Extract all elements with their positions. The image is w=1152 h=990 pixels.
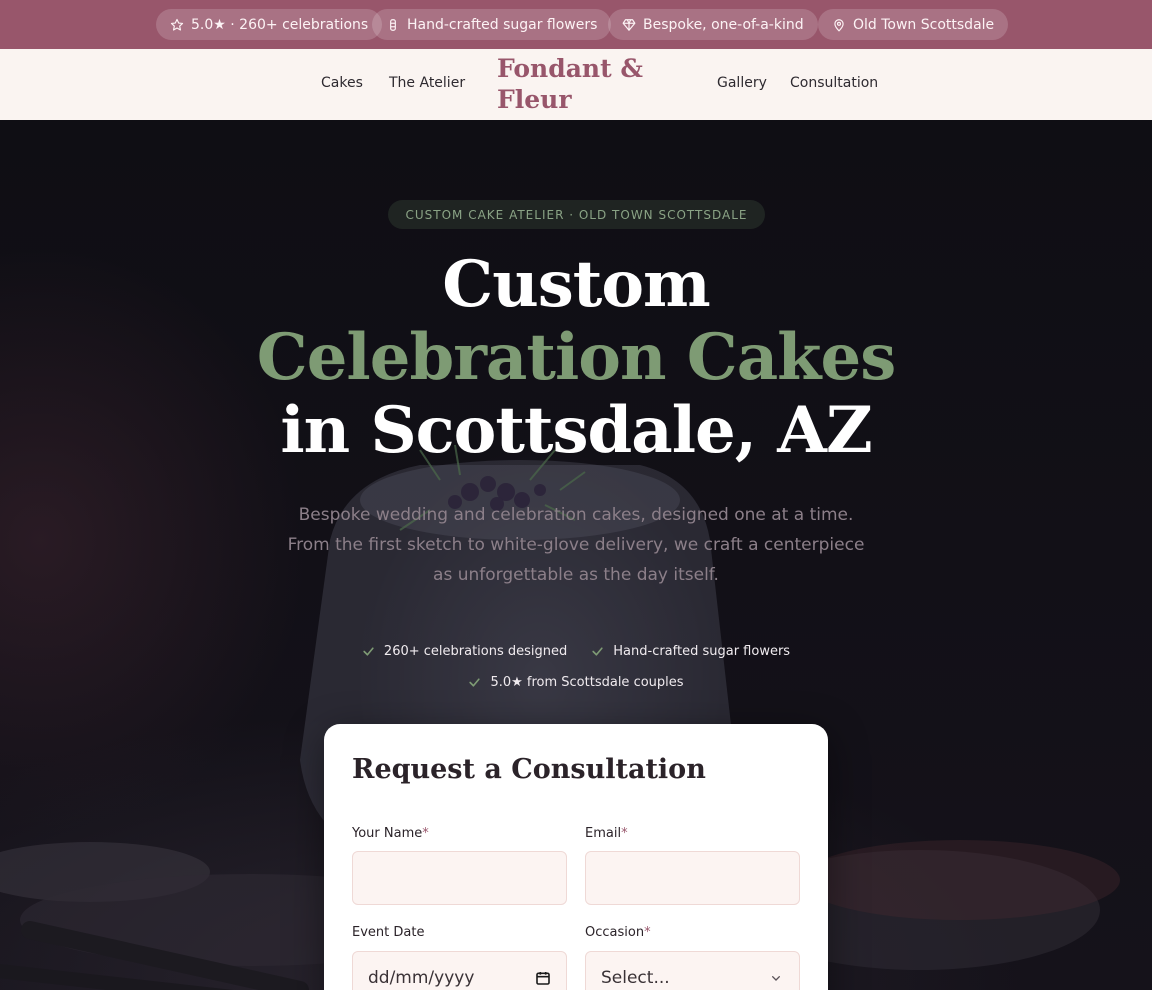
flower-icon (390, 18, 396, 31)
announcement-bar: 5.0★ · 260+ celebrations Hand-crafted su… (0, 0, 1152, 49)
hero-subtext: Bespoke wedding and celebration cakes, d… (287, 505, 865, 585)
required-mark: * (422, 826, 429, 841)
star-icon (170, 18, 184, 31)
calendar-icon[interactable] (535, 970, 551, 986)
check-item-text: Hand-crafted sugar flowers (613, 644, 791, 659)
check-icon (469, 678, 481, 687)
nav-link-atelier[interactable]: The Atelier (389, 75, 465, 91)
occasion-select[interactable]: Select... (585, 951, 800, 990)
check-item: Hand-crafted sugar flowers (591, 644, 790, 659)
occasion-selected-value: Select... (601, 968, 670, 988)
check-item: 5.0★ from Scottsdale couples (468, 675, 684, 690)
rating-pill: 5.0★ · 260+ celebrations (156, 9, 383, 40)
headline-line-1: Custom (442, 247, 710, 322)
email-field[interactable] (585, 851, 800, 905)
name-label: Your Name* (352, 826, 429, 841)
nav-link-consultation[interactable]: Consultation (790, 75, 878, 91)
check-icon (363, 647, 374, 656)
consultation-form: Request a Consultation Your Name* Email*… (324, 724, 828, 990)
location-pill: Old Town Scottsdale (818, 9, 1009, 40)
required-mark: * (621, 826, 628, 841)
event-date-field[interactable]: dd/mm/yyyy (352, 951, 567, 990)
headline-line-2: Celebration Cakes (256, 320, 897, 395)
required-mark: * (644, 925, 651, 940)
event-date-label-text: Event Date (352, 925, 425, 940)
form-title: Request a Consultation (352, 754, 706, 785)
email-label-text: Email (585, 826, 622, 841)
hero-checks-row-2: 5.0★ from Scottsdale couples (0, 675, 1152, 690)
sugar-flowers-pill: Hand-crafted sugar flowers (372, 9, 612, 40)
rating-pill-text: 5.0★ · 260+ celebrations (191, 16, 369, 33)
event-date-label: Event Date (352, 925, 424, 940)
hero-checks-row-1: 260+ celebrations designed Hand-crafted … (0, 644, 1152, 659)
bespoke-pill-text: Bespoke, one-of-a-kind (643, 16, 804, 33)
logo-line-1: Fondant & (497, 54, 643, 83)
occasion-label: Occasion* (585, 925, 651, 940)
main-nav: Cakes The Atelier Fondant & Fleur Galler… (0, 49, 1152, 120)
name-label-text: Your Name (352, 826, 423, 841)
occasion-label-text: Occasion (585, 925, 645, 940)
gem-icon (622, 18, 636, 31)
brand-logo[interactable]: Fondant & Fleur (497, 53, 647, 115)
sugar-flowers-pill-text: Hand-crafted sugar flowers (407, 16, 598, 33)
chevron-down-icon (772, 976, 780, 981)
hero-eyebrow-badge: CUSTOM CAKE ATELIER · OLD TOWN SCOTTSDAL… (388, 200, 765, 229)
check-item-text: 260+ celebrations designed (383, 644, 568, 659)
hero-section: CUSTOM CAKE ATELIER · OLD TOWN SCOTTSDAL… (0, 120, 1152, 990)
check-item-text: 5.0★ from Scottsdale couples (490, 675, 684, 690)
location-pill-text: Old Town Scottsdale (853, 16, 995, 33)
check-item: 260+ celebrations designed (362, 644, 567, 659)
name-field[interactable] (352, 851, 567, 905)
headline-line-3: in Scottsdale, AZ (280, 393, 872, 468)
hero-headline: Custom Celebration Cakes in Scottsdale, … (0, 248, 1152, 467)
logo-line-2: Fleur (497, 85, 572, 114)
map-pin-icon (834, 18, 844, 32)
email-label: Email* (585, 826, 628, 841)
bespoke-pill: Bespoke, one-of-a-kind (608, 9, 818, 40)
check-icon (592, 647, 603, 656)
nav-link-cakes[interactable]: Cakes (321, 75, 363, 91)
event-date-placeholder: dd/mm/yyyy (368, 968, 475, 988)
nav-link-gallery[interactable]: Gallery (717, 75, 767, 91)
